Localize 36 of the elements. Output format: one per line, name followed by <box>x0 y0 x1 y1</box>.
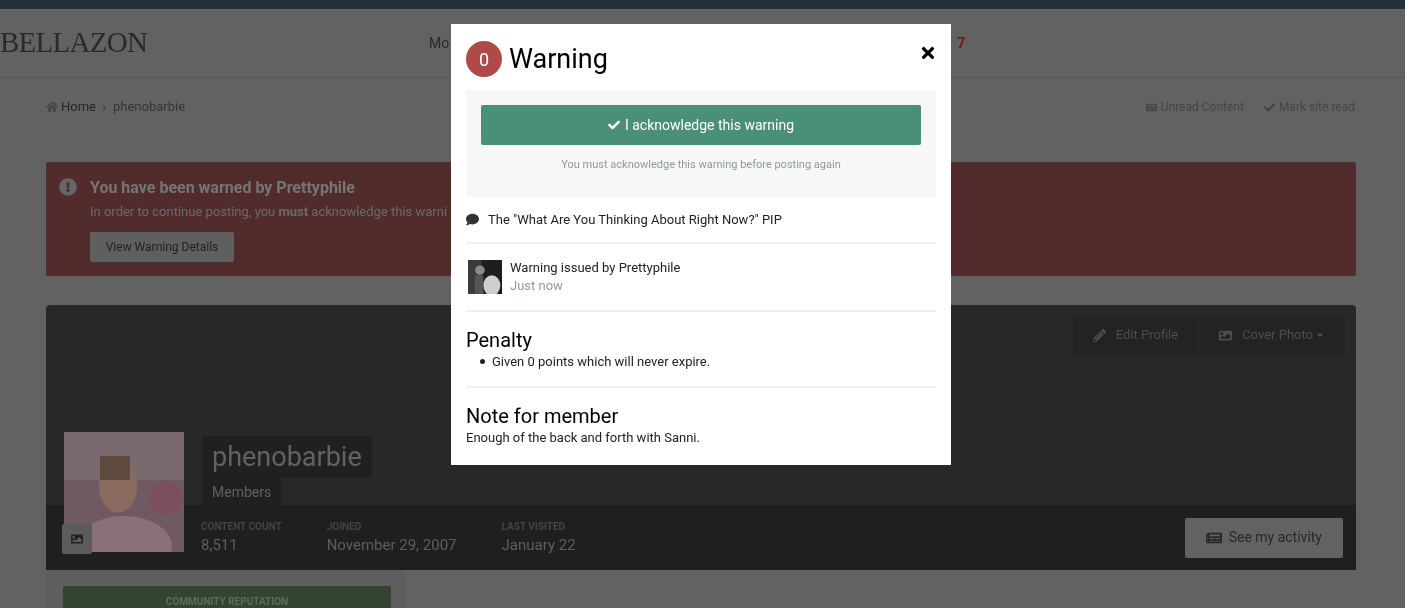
change-photo-button[interactable] <box>62 524 92 554</box>
see-activity-button[interactable]: See my activity <box>1184 517 1343 558</box>
chevron-icon <box>101 103 108 111</box>
site-logo[interactable]: BELLAZON <box>0 21 420 65</box>
section-heading: Penalty <box>466 328 533 352</box>
check-icon <box>1263 101 1275 113</box>
nav-link[interactable]: Mo <box>429 32 450 54</box>
close-icon <box>919 44 937 62</box>
member-note: Enough of the back and forth with Sanni. <box>466 429 701 447</box>
issuer-text: Warning issued by Prettyphile <box>510 259 681 277</box>
topic-link[interactable]: The "What Are You Thinking About Right Now?" PIP <box>488 209 782 230</box>
acknowledge-button[interactable]: I acknowledge this warning <box>481 105 921 145</box>
view-warning-button[interactable]: View Warning Details <box>90 231 234 262</box>
check-icon <box>607 119 620 131</box>
image-icon <box>1219 328 1233 342</box>
section-heading: Note for member <box>466 404 620 428</box>
pencil-icon <box>1092 328 1106 342</box>
penalty-item: Given 0 points which will never expire. <box>492 353 711 371</box>
profile-username: phenobarbie <box>202 436 372 478</box>
acknowledge-hint: You must acknowledge this warning before posting again <box>561 157 841 173</box>
nav-link[interactable]: 7 <box>957 32 966 54</box>
newspaper-icon <box>1145 101 1157 113</box>
stat-value: 8,511 <box>201 534 239 556</box>
home-icon <box>46 101 58 113</box>
image-icon <box>71 533 83 545</box>
speech-bubble-icon <box>466 213 479 226</box>
stat-value: November 29, 2007 <box>326 534 457 556</box>
exclamation-icon <box>59 178 77 196</box>
member-group: Members <box>202 478 282 506</box>
issued-time: Just now <box>510 277 564 295</box>
stat-value: January 22 <box>501 534 576 556</box>
alert-message: In order to continue posting, you must acknowledge this warni <box>90 203 448 221</box>
alert-title: You have been warned by Prettyphile <box>90 177 356 199</box>
breadcrumb-link[interactable]: Home <box>61 97 96 117</box>
points-badge: 0 <box>466 41 502 77</box>
modal-title: Warning <box>509 41 608 77</box>
